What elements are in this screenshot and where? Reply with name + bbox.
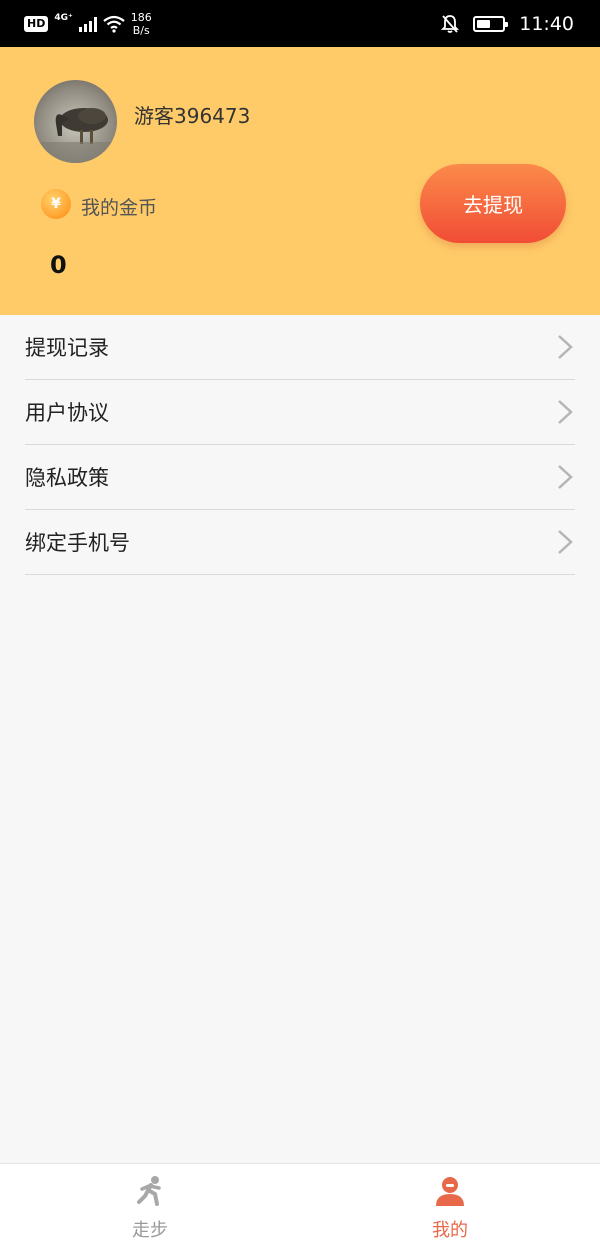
hd-badge: HD	[24, 15, 49, 32]
tab-walk[interactable]: 走步	[0, 1164, 300, 1247]
bottom-tab-bar: 走步 我的	[0, 1163, 600, 1247]
chevron-right-icon	[558, 335, 573, 359]
network-speed: 186 B/s	[131, 11, 152, 37]
battery-level	[477, 19, 491, 28]
menu-item-bind-phone[interactable]: 绑定手机号	[25, 510, 575, 575]
signal-icon	[78, 16, 97, 32]
menu-item-label: 用户协议	[25, 401, 109, 425]
battery-icon	[473, 15, 509, 32]
settings-menu: 提现记录 用户协议 隐私政策 绑定手机号	[25, 315, 575, 575]
speed-unit: B/s	[132, 23, 150, 37]
coin-balance: 0	[50, 251, 67, 279]
tab-label: 走步	[132, 1220, 168, 1241]
menu-item-label: 提现记录	[25, 336, 109, 360]
chevron-right-icon	[558, 465, 573, 489]
speed-value: 186	[130, 10, 152, 24]
menu-item-privacy-policy[interactable]: 隐私政策	[25, 445, 575, 510]
menu-item-label: 绑定手机号	[25, 531, 130, 555]
username: 游客396473	[134, 104, 251, 128]
status-left: HD 4G⁺ 186 B/s	[24, 11, 152, 37]
chevron-right-icon	[558, 400, 573, 424]
withdraw-button-label: 去提现	[463, 193, 523, 217]
profile-header: 游客396473 ¥ 我的金币 0 去提现	[0, 47, 600, 315]
menu-item-withdraw-records[interactable]: 提现记录	[25, 315, 575, 380]
coin-icon: ¥	[41, 189, 71, 219]
notifications-off-icon	[441, 14, 460, 33]
coin-symbol: ¥	[51, 196, 61, 212]
clock: 11:40	[519, 12, 574, 35]
coin-label: 我的金币	[81, 197, 158, 219]
menu-item-label: 隐私政策	[25, 466, 109, 490]
user-icon	[436, 1177, 464, 1206]
status-right: 11:40	[441, 13, 574, 35]
network-type: 4G⁺	[54, 12, 73, 23]
menu-item-user-agreement[interactable]: 用户协议	[25, 380, 575, 445]
chevron-right-icon	[558, 530, 573, 554]
tab-mine[interactable]: 我的	[300, 1164, 600, 1247]
avatar[interactable]	[34, 80, 117, 163]
walk-icon	[137, 1176, 161, 1206]
wifi-icon	[103, 15, 125, 33]
tab-label: 我的	[432, 1220, 468, 1241]
duck-photo	[34, 108, 117, 163]
status-bar: HD 4G⁺ 186 B/s 11:40	[0, 0, 600, 47]
withdraw-button[interactable]: 去提现	[420, 164, 566, 243]
